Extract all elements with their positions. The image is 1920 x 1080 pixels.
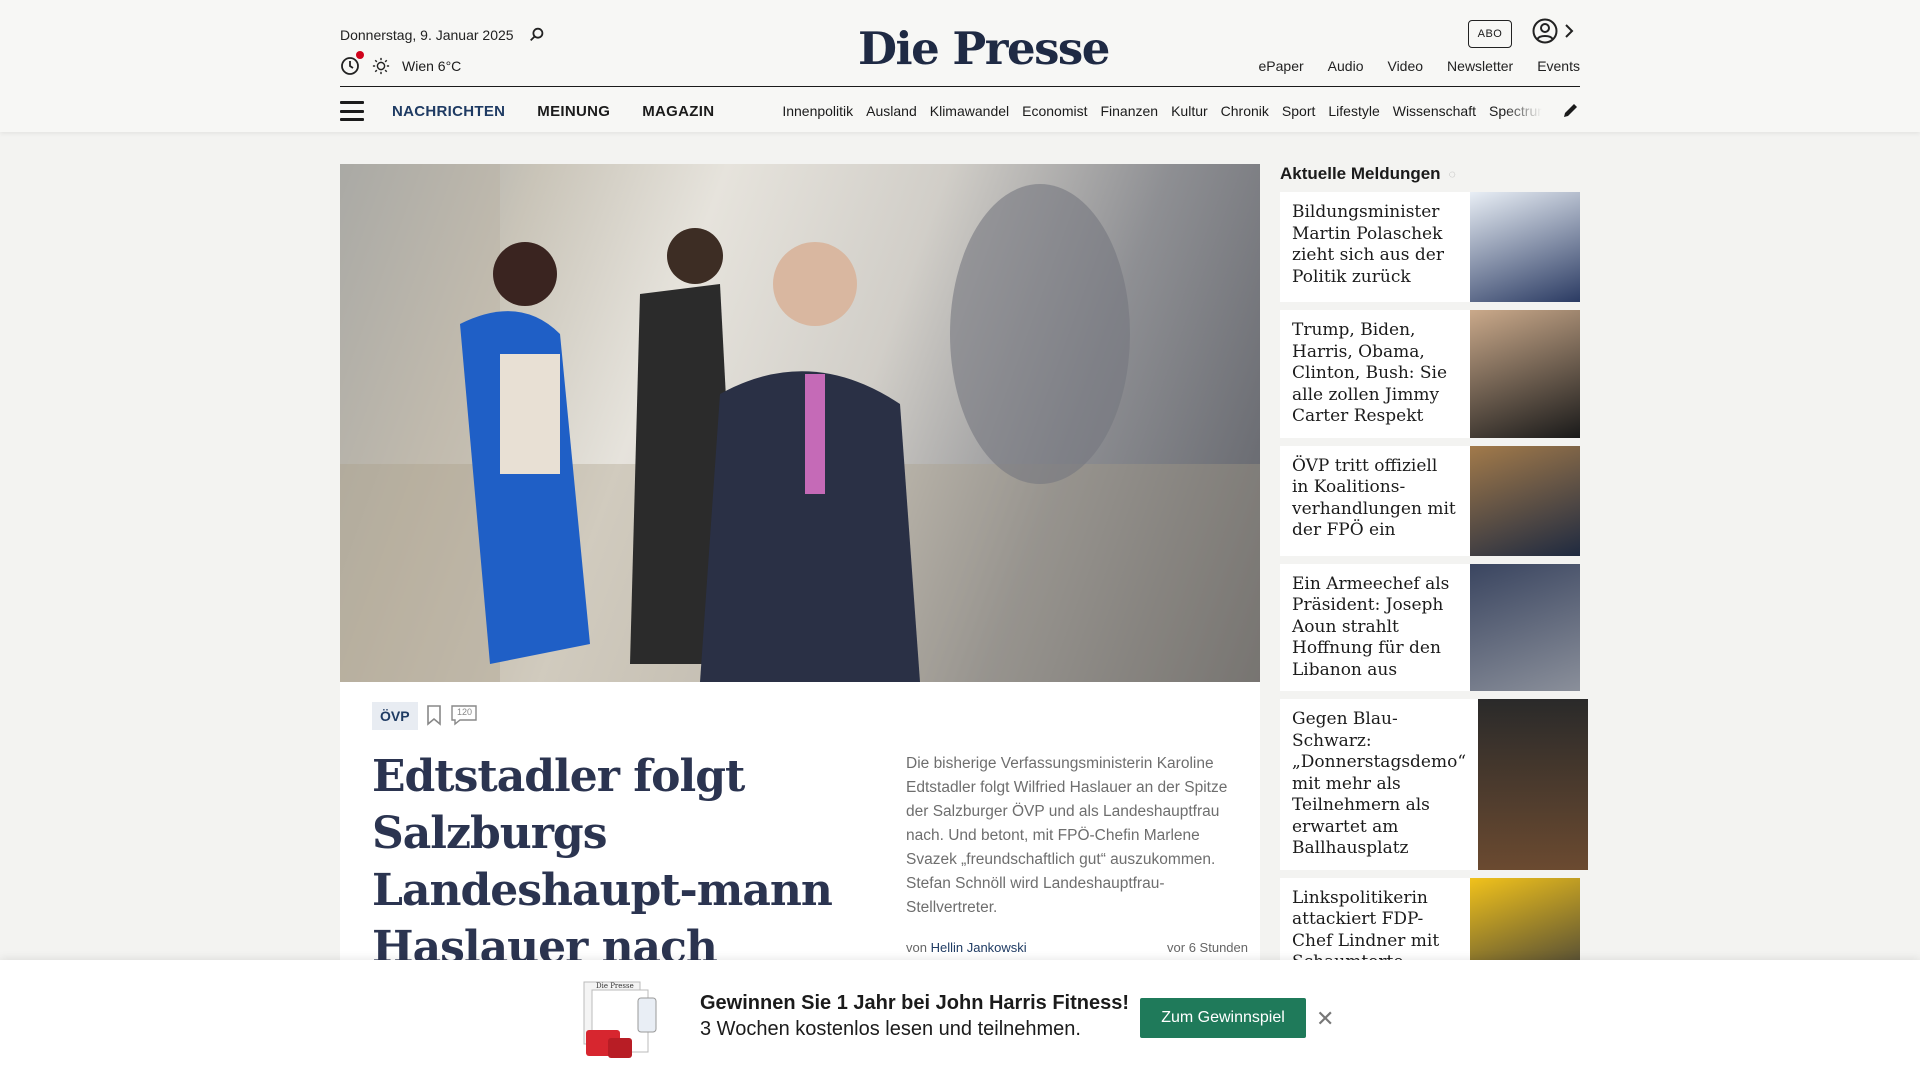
recent-news-icon[interactable] [340, 51, 364, 76]
nav-economist[interactable]: Economist [1022, 103, 1087, 119]
latest-news-sidebar: Aktuelle Meldungen ◌ Bildungsminister Ma… [1280, 164, 1589, 996]
news-item-title: ÖVP tritt offiziell in Koalitions-verhan… [1292, 455, 1456, 541]
promo-banner: Die Presse Gewinnen Sie 1 Jahr bei John … [0, 960, 1920, 1080]
lead-headline[interactable]: Edtstadler folgt Salzburgs Landeshaupt-m… [372, 748, 872, 976]
nav-ausland[interactable]: Ausland [866, 103, 917, 119]
lead-article-image[interactable] [340, 164, 1260, 682]
current-date: Donnerstag, 9. Januar 2025 [340, 27, 514, 43]
weather-text[interactable]: Wien 6°C [402, 58, 461, 74]
lead-article-card[interactable]: ÖVP 120 Edtstadler folgt Salzburgs Lande… [340, 682, 1260, 982]
comments-count[interactable]: 120 [450, 704, 478, 731]
sidebar-title: Aktuelle Meldungen ◌ [1280, 164, 1456, 183]
sun-icon [372, 57, 390, 75]
site-header: Donnerstag, 9. Januar 2025 Wien 6°C Die … [0, 0, 1920, 132]
promo-subtitle: 3 Wochen kostenlos lesen und teilnehmen. [700, 1018, 1081, 1040]
news-item-image [1470, 310, 1580, 438]
search-icon[interactable] [528, 26, 546, 44]
header-divider [340, 86, 1580, 87]
nav-innenpolitik[interactable]: Innenpolitik [782, 103, 853, 119]
news-item-title: Ein Armeechef als Präsident: Joseph Aoun… [1292, 573, 1450, 680]
link-newsletter[interactable]: Newsletter [1447, 58, 1513, 74]
news-item-image [1470, 445, 1580, 556]
chevron-right-icon[interactable] [1564, 23, 1574, 39]
pencil-icon[interactable] [1562, 101, 1580, 119]
nav-magazin[interactable]: MAGAZIN [642, 103, 714, 120]
news-item-title: Bildungsminister Martin Polaschek zieht … [1292, 202, 1444, 287]
promo-image: Die Presse [578, 980, 662, 1062]
account-menu[interactable] [1532, 18, 1574, 44]
main-navigation: NACHRICHTEN MEINUNG MAGAZIN Innenpolitik… [340, 96, 1580, 126]
menu-icon[interactable] [340, 101, 364, 121]
user-icon[interactable] [1532, 18, 1558, 44]
news-item-image [1478, 699, 1589, 870]
news-item-title: Gegen Blau-Schwarz: „Donnerstagsdemo“ mi… [1292, 709, 1467, 858]
nav-lifestyle[interactable]: Lifestyle [1328, 103, 1379, 119]
topic-tag[interactable]: ÖVP [372, 702, 418, 730]
nav-klimawandel[interactable]: Klimawandel [930, 103, 1009, 119]
promo-title: Gewinnen Sie 1 Jahr bei John Harris Fitn… [700, 992, 1130, 1014]
site-logo[interactable]: Die Presse [858, 22, 1110, 75]
news-item-image [1470, 192, 1580, 302]
nav-sport[interactable]: Sport [1282, 103, 1315, 119]
link-events[interactable]: Events [1537, 58, 1580, 74]
nav-meinung[interactable]: MEINUNG [537, 103, 610, 120]
nav-nachrichten[interactable]: NACHRICHTEN [392, 103, 505, 120]
link-video[interactable]: Video [1387, 58, 1423, 74]
nav-spectrum[interactable]: Spectrum [1489, 103, 1542, 119]
section-nav: Innenpolitik Ausland Klimawandel Economi… [782, 103, 1542, 119]
news-item[interactable]: Ein Armeechef als Präsident: Joseph Aoun… [1280, 563, 1580, 691]
promo-cta-button[interactable]: Zum Gewinnspiel [1140, 998, 1306, 1038]
nav-wissenschaft[interactable]: Wissenschaft [1393, 103, 1476, 119]
news-item[interactable]: ÖVP tritt offiziell in Koalitions-verhan… [1280, 445, 1580, 556]
nav-chronik[interactable]: Chronik [1221, 103, 1269, 119]
date-bar: Donnerstag, 9. Januar 2025 [340, 26, 546, 44]
link-audio[interactable]: Audio [1328, 58, 1364, 74]
weather-widget: Wien 6°C [340, 51, 461, 76]
news-item[interactable]: Bildungsminister Martin Polaschek zieht … [1280, 192, 1580, 302]
news-item[interactable]: Gegen Blau-Schwarz: „Donnerstagsdemo“ mi… [1280, 699, 1589, 870]
news-item-title: Trump, Biden, Harris, Obama, Clinton, Bu… [1292, 320, 1448, 426]
nav-kultur[interactable]: Kultur [1171, 103, 1208, 119]
nav-finanzen[interactable]: Finanzen [1100, 103, 1158, 119]
news-item-image [1470, 563, 1580, 691]
refresh-icon: ◌ [1448, 167, 1456, 181]
bookmark-icon[interactable] [426, 704, 442, 726]
lead-teaser: Die bisherige Verfassungsministerin Karo… [906, 755, 1228, 916]
news-item[interactable]: Trump, Biden, Harris, Obama, Clinton, Bu… [1280, 310, 1580, 438]
svg-text:Die Presse: Die Presse [596, 982, 634, 990]
abo-button[interactable]: ABO [1468, 20, 1512, 48]
top-links: ePaper Audio Video Newsletter Events [1259, 58, 1580, 74]
link-epaper[interactable]: ePaper [1259, 58, 1304, 74]
author-link[interactable]: Hellin Jankowski [931, 940, 1027, 955]
close-icon[interactable]: ✕ [1316, 1006, 1334, 1032]
publish-time: vor 6 Stunden [1167, 940, 1248, 955]
byline: von Hellin Jankowski [906, 940, 1027, 955]
primary-nav: NACHRICHTEN MEINUNG MAGAZIN [392, 103, 714, 120]
notification-dot [356, 51, 364, 59]
